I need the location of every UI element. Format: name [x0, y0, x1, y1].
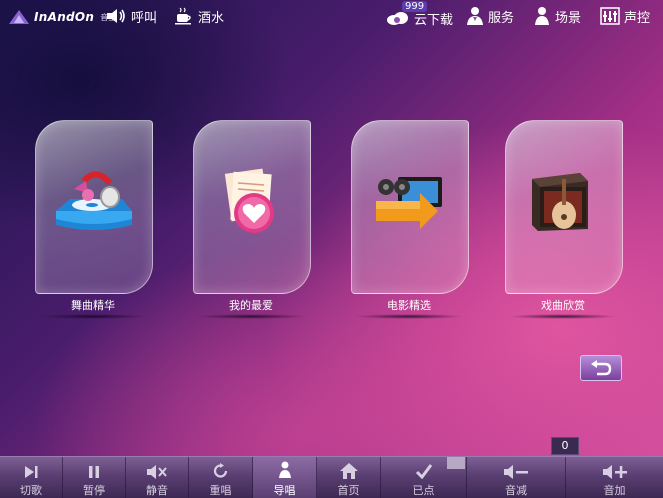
pause-icon [89, 466, 99, 478]
mute-label: 静音 [146, 484, 168, 497]
service-button[interactable]: 服务 [466, 6, 514, 26]
equalizer-icon [600, 7, 620, 25]
card-shadow [508, 314, 618, 319]
logo-text: InAndOn [34, 10, 95, 24]
drinks-button[interactable]: 酒水 [174, 6, 224, 26]
voice-label: 声控 [624, 10, 651, 26]
card-shadow [354, 314, 464, 319]
service-label: 服务 [488, 10, 515, 26]
cup-icon [175, 7, 191, 25]
skip-icon [25, 466, 38, 478]
guide-vocal-label: 导唱 [273, 484, 296, 497]
check-icon [415, 464, 432, 479]
category-label-movies: 电影精选 [387, 299, 431, 312]
pipa-box-icon [532, 173, 588, 231]
volume-up-icon [602, 465, 627, 479]
replay-label: 重唱 [209, 484, 232, 497]
brand-logo: InAndOn 音王 [8, 6, 116, 28]
back-button[interactable] [580, 355, 622, 381]
cloud-icon [387, 12, 408, 25]
return-arrow-icon [591, 360, 612, 376]
replay-button[interactable]: 重唱 [189, 457, 253, 498]
volume-up-button[interactable]: 音加 [566, 457, 663, 498]
card-shadow [38, 314, 148, 319]
category-label-opera: 戏曲欣赏 [541, 299, 585, 312]
mute-icon [147, 465, 167, 479]
speaker-icon [107, 9, 125, 23]
call-service-button[interactable]: 呼叫 [105, 6, 157, 26]
home-label: 首页 [337, 484, 360, 497]
skip-song-button[interactable]: 切歌 [0, 457, 63, 498]
pause-button[interactable]: 暂停 [63, 457, 126, 498]
call-label: 呼叫 [131, 10, 158, 26]
category-card-opera[interactable] [505, 120, 623, 294]
person-icon [535, 7, 549, 25]
skip-song-label: 切歌 [20, 484, 42, 497]
category-card-favorites[interactable] [193, 120, 311, 294]
download-label: 云下载 [414, 12, 454, 28]
toolbar-indicator [447, 457, 465, 469]
voice-control-button[interactable]: 声控 [600, 6, 650, 26]
film-reel-icon [376, 177, 442, 229]
category-label-dance: 舞曲精华 [71, 299, 115, 312]
category-card-movies[interactable] [351, 120, 469, 294]
pause-label: 暂停 [83, 484, 105, 497]
volume-down-icon [504, 465, 528, 479]
category-card-dance[interactable] [35, 120, 153, 294]
scene-button[interactable]: 场景 [533, 6, 581, 26]
home-icon [339, 463, 358, 479]
replay-icon [213, 463, 227, 478]
bottom-toolbar: 切歌 暂停 静音 重唱 导唱 首页 已点 音减 音加 [0, 456, 663, 498]
heart-papers-icon [224, 168, 274, 233]
volume-down-label: 音减 [505, 484, 527, 497]
volume-up-label: 音加 [603, 484, 626, 497]
card-shadow [196, 314, 306, 319]
cloud-download-button[interactable]: 云下载 [386, 8, 453, 28]
home-button[interactable]: 首页 [317, 457, 381, 498]
guide-vocal-icon [278, 461, 291, 478]
logo-mark-icon [9, 10, 29, 24]
queued-count: 0 [551, 437, 579, 455]
guide-vocal-button[interactable]: 导唱 [253, 457, 317, 498]
waiter-icon [467, 7, 483, 25]
scene-label: 场景 [555, 10, 582, 26]
drinks-label: 酒水 [198, 10, 225, 26]
turntable-headphones-icon [56, 171, 132, 230]
selected-songs-label: 已点 [412, 484, 435, 497]
mute-button[interactable]: 静音 [126, 457, 189, 498]
category-label-favorites: 我的最爱 [229, 299, 273, 312]
volume-down-button[interactable]: 音减 [467, 457, 566, 498]
